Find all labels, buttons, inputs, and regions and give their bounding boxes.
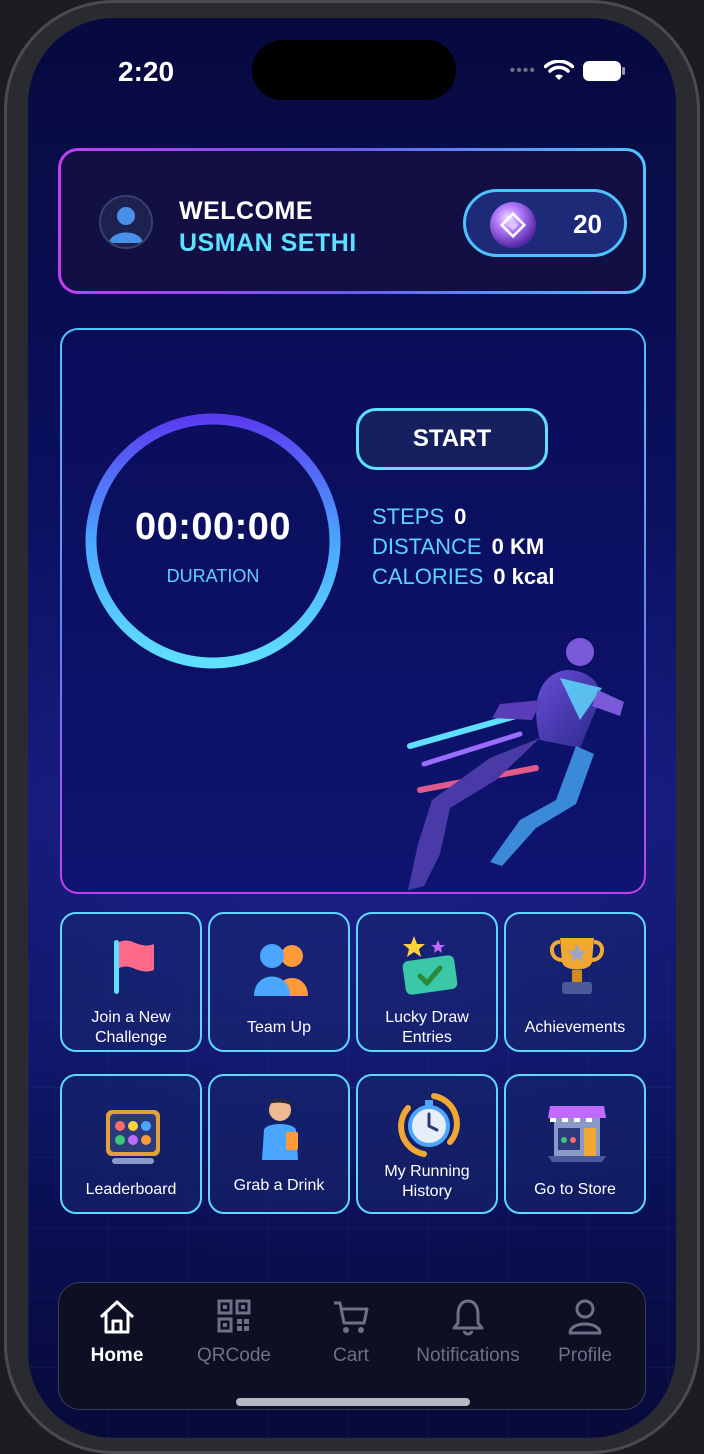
tile-label: Team Up (246, 1019, 312, 1036)
flag-icon (114, 940, 154, 994)
welcome-label: WELCOME (179, 197, 314, 225)
profile-icon (568, 1299, 602, 1335)
nav-cart[interactable]: Cart (295, 1297, 407, 1367)
tile-join-challenge[interactable]: Join a New Challenge (60, 912, 202, 1052)
tile-running-history[interactable]: My Running History (356, 1074, 498, 1214)
tile-go-to-store[interactable]: Go to Store (504, 1074, 646, 1214)
bell-icon (452, 1299, 484, 1336)
trophy-icon (550, 938, 604, 994)
nav-profile[interactable]: Profile (529, 1297, 641, 1367)
status-icons: •••• (510, 60, 626, 82)
coin-icon (490, 202, 536, 248)
tile-label: Lucky Draw Entries (385, 1009, 469, 1046)
stat-steps: STEPS 0 (372, 504, 466, 530)
stat-value: 0 (454, 504, 467, 529)
tile-achievements[interactable]: Achievements (504, 912, 646, 1052)
timer-value: 00:00:00 (134, 506, 292, 548)
nav-label: Cart (333, 1345, 369, 1366)
nav-label: Notifications (416, 1345, 520, 1366)
status-time: 2:20 (118, 56, 175, 87)
nav-label: Profile (558, 1345, 612, 1366)
stat-distance: DISTANCE 0 KM (372, 534, 544, 560)
runner-illustration (407, 638, 624, 890)
nav-notifications[interactable]: Notifications (412, 1297, 524, 1367)
team-icon (254, 944, 308, 996)
username: USMAN SETHI (179, 229, 357, 257)
welcome-card: WELCOME USMAN SETHI 20 (58, 148, 646, 294)
home-indicator[interactable] (236, 1398, 470, 1406)
tile-label: Grab a Drink (233, 1177, 325, 1194)
stat-label: STEPS (372, 504, 445, 529)
nav-label: Home (90, 1345, 144, 1366)
stat-label: DISTANCE (372, 534, 482, 559)
tile-label: Join a New Challenge (91, 1009, 171, 1046)
avatar[interactable] (99, 195, 153, 249)
tile-leaderboard[interactable]: Leaderboard (60, 1074, 202, 1214)
nav-home[interactable]: Home (61, 1297, 173, 1367)
bottom-nav: Home QRCode Cart Notifications Profile (58, 1282, 646, 1410)
nav-qrcode[interactable]: QRCode (178, 1297, 290, 1367)
stat-label: CALORIES (372, 564, 484, 589)
tile-label: Go to Store (534, 1181, 616, 1198)
nav-label: QRCode (197, 1345, 271, 1366)
coin-count: 20 (573, 209, 602, 239)
stat-value: 0 KM (491, 534, 545, 559)
stat-value: 0 kcal (493, 564, 555, 589)
tile-lucky-draw[interactable]: Lucky Draw Entries (356, 912, 498, 1052)
store-icon (548, 1106, 606, 1162)
qrcode-icon (217, 1299, 251, 1333)
tile-label: My Running History (384, 1163, 470, 1200)
stat-calories: CALORIES 0 kcal (372, 564, 554, 590)
stopwatch-icon (398, 1093, 460, 1157)
timer-label: DURATION (166, 566, 260, 586)
coin-balance[interactable]: 20 (463, 189, 627, 257)
activity-card: 00:00:00 DURATION START STEPS 0 DISTANCE 0… (60, 328, 646, 894)
start-button[interactable]: START (356, 408, 548, 470)
tile-label: Achievements (524, 1019, 626, 1036)
app-screen: 2:20 •••• WELCOME USMAN SETHI 20 00:00:0… (28, 18, 676, 1438)
wifi-icon (544, 60, 574, 80)
user-avatar-icon (109, 207, 143, 243)
leaderboard-icon (106, 1110, 160, 1164)
battery-icon (583, 61, 625, 81)
signal-dots: •••• (509, 62, 536, 79)
ticket-icon (402, 936, 458, 995)
home-icon (99, 1300, 135, 1334)
tile-team-up[interactable]: Team Up (208, 912, 350, 1052)
cart-icon (334, 1301, 369, 1333)
dynamic-island (252, 40, 456, 100)
tile-grab-drink[interactable]: Grab a Drink (208, 1074, 350, 1214)
drink-icon (262, 1098, 298, 1160)
tile-label: Leaderboard (85, 1181, 177, 1198)
